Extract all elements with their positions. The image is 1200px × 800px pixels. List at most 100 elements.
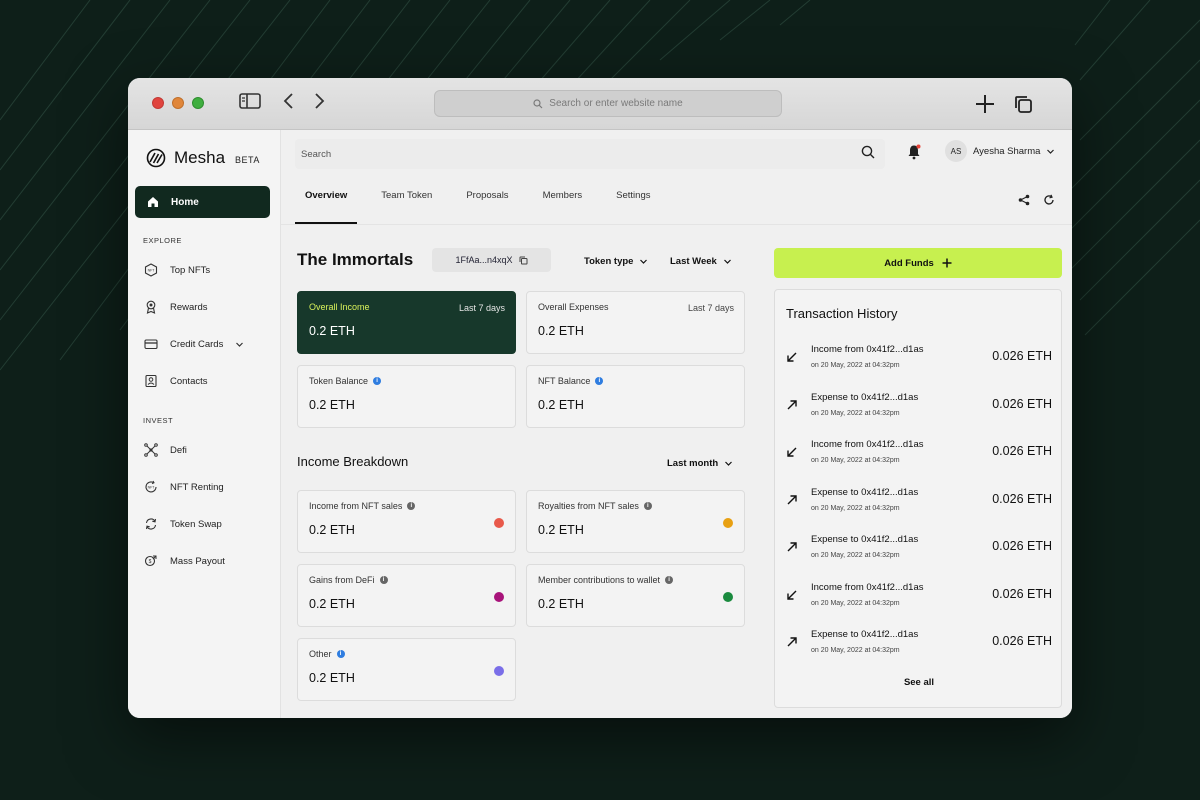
token-type-dropdown[interactable]: Token type — [584, 256, 648, 267]
token-address-chip[interactable]: 1FfAa...n4xqX — [432, 248, 551, 272]
breakdown-card-royalties[interactable]: Royalties from NFT sales i 0.2 ETH — [526, 490, 745, 553]
transaction-label: Expense to 0x41f2...d1as — [811, 534, 919, 545]
share-icon[interactable] — [1018, 194, 1030, 206]
address-bar[interactable]: Search or enter website name — [434, 90, 782, 117]
tab-members[interactable]: Members — [533, 180, 593, 212]
svg-text:NFT: NFT — [148, 269, 156, 273]
chevron-down-icon — [640, 259, 648, 264]
sidebar-toggle-icon[interactable] — [239, 92, 261, 110]
copy-icon[interactable] — [519, 256, 528, 265]
breakdown-card-other[interactable]: Other i 0.2 ETH — [297, 638, 516, 701]
breakdown-period-dropdown[interactable]: Last month — [667, 458, 733, 469]
app-root: Mesha BETA Home EXPLORE NFT Top NFTs Rew… — [128, 130, 1072, 718]
breakdown-card-defi[interactable]: Gains from DeFi i 0.2 ETH — [297, 564, 516, 627]
user-menu[interactable]: AS Ayesha Sharma — [945, 140, 1055, 162]
card-value: 0.2 ETH — [309, 398, 355, 412]
sidebar-item-top-nfts[interactable]: NFT Top NFTs — [144, 260, 210, 280]
sidebar-item-credit-cards[interactable]: Credit Cards — [144, 334, 244, 354]
tabs-overview-icon[interactable] — [1013, 94, 1033, 114]
search-icon[interactable] — [861, 145, 875, 159]
new-tab-plus-icon[interactable] — [975, 94, 995, 114]
tab-divider — [281, 224, 1072, 225]
browser-toolbar: Search or enter website name — [128, 78, 1072, 130]
card-value: 0.2 ETH — [309, 523, 355, 537]
transaction-row[interactable]: Expense to 0x41f2...d1as on 20 May, 2022… — [786, 626, 1052, 662]
sidebar-item-mass-payout[interactable]: $ Mass Payout — [144, 551, 225, 571]
transaction-amount: 0.026 ETH — [992, 349, 1052, 363]
info-icon[interactable]: i — [595, 377, 604, 385]
transaction-date: on 20 May, 2022 at 04:32pm — [811, 457, 900, 464]
brand[interactable]: Mesha BETA — [146, 148, 260, 168]
breakdown-card-nft-sales[interactable]: Income from NFT sales i 0.2 ETH — [297, 490, 516, 553]
sidebar-item-home[interactable]: Home — [135, 186, 270, 218]
search-input[interactable]: Search — [295, 139, 885, 169]
sidebar-item-nft-renting[interactable]: NFT NFT Renting — [144, 477, 224, 497]
sidebar-item-contacts[interactable]: Contacts — [144, 371, 208, 391]
add-funds-label: Add Funds — [884, 257, 934, 269]
token-balance-card[interactable]: Token Balance i 0.2 ETH — [297, 365, 516, 428]
info-icon[interactable]: i — [407, 502, 416, 510]
transaction-date: on 20 May, 2022 at 04:32pm — [811, 600, 900, 607]
category-color-dot — [723, 592, 733, 602]
explore-section-label: EXPLORE — [143, 236, 182, 245]
info-icon[interactable]: i — [643, 502, 652, 510]
see-all-link[interactable]: See all — [775, 677, 1063, 688]
minimize-window-button[interactable] — [172, 97, 184, 109]
arrow-down-left-icon — [787, 590, 797, 600]
top-bar: Search AS Ayesha Sharma — [281, 130, 1072, 176]
sidebar-item-token-swap[interactable]: Token Swap — [144, 514, 222, 534]
avatar: AS — [945, 140, 967, 162]
nft-balance-card[interactable]: NFT Balance i 0.2 ETH — [526, 365, 745, 428]
transaction-row[interactable]: Expense to 0x41f2...d1as on 20 May, 2022… — [786, 484, 1052, 520]
refresh-icon[interactable] — [1043, 194, 1055, 206]
info-icon[interactable]: i — [373, 377, 382, 385]
payout-icon: $ — [144, 555, 157, 567]
forward-arrow-icon[interactable] — [312, 92, 326, 110]
transaction-history-panel: Transaction History Income from 0x41f2..… — [774, 289, 1062, 708]
back-arrow-icon[interactable] — [282, 92, 296, 110]
close-window-button[interactable] — [152, 97, 164, 109]
sidebar-item-label: Credit Cards — [170, 338, 224, 350]
tab-settings[interactable]: Settings — [606, 180, 660, 212]
tab-proposals[interactable]: Proposals — [456, 180, 518, 212]
nft-icon: NFT — [144, 263, 158, 277]
address-bar-placeholder: Search or enter website name — [549, 98, 683, 109]
maximize-window-button[interactable] — [192, 97, 204, 109]
overall-expenses-card[interactable]: Overall Expenses Last 7 days 0.2 ETH — [526, 291, 745, 354]
transaction-row[interactable]: Expense to 0x41f2...d1as on 20 May, 2022… — [786, 389, 1052, 425]
transaction-row[interactable]: Expense to 0x41f2...d1as on 20 May, 2022… — [786, 531, 1052, 567]
sidebar-item-defi[interactable]: Defi — [144, 440, 187, 460]
arrow-up-right-icon — [787, 637, 797, 647]
card-label: Royalties from NFT sales — [538, 501, 639, 511]
info-icon[interactable]: i — [379, 576, 388, 584]
card-label: Token Balance — [309, 376, 369, 386]
transaction-row[interactable]: Income from 0x41f2...d1as on 20 May, 202… — [786, 579, 1052, 615]
info-icon[interactable]: i — [336, 650, 345, 658]
info-icon[interactable]: i — [665, 576, 674, 584]
add-funds-button[interactable]: Add Funds — [774, 248, 1062, 278]
sidebar-item-label: NFT Renting — [170, 481, 224, 493]
arrow-down-left-icon — [787, 352, 797, 362]
transaction-amount: 0.026 ETH — [992, 492, 1052, 506]
card-label-row: Token Balance i — [309, 376, 504, 386]
arrow-up-right-icon — [787, 542, 797, 552]
transaction-date: on 20 May, 2022 at 04:32pm — [811, 362, 900, 369]
swap-icon — [145, 518, 157, 530]
sidebar-item-rewards[interactable]: Rewards — [144, 297, 208, 317]
notification-bell-icon[interactable] — [907, 144, 921, 160]
breakdown-period-label: Last month — [667, 458, 719, 469]
token-type-label: Token type — [584, 256, 634, 267]
card-label: Other — [309, 649, 332, 659]
breakdown-card-member-contributions[interactable]: Member contributions to wallet i 0.2 ETH — [526, 564, 745, 627]
overall-income-card[interactable]: Overall Income Last 7 days 0.2 ETH — [297, 291, 516, 354]
tab-overview[interactable]: Overview — [295, 180, 358, 224]
svg-text:$: $ — [149, 559, 152, 565]
transaction-row[interactable]: Income from 0x41f2...d1as on 20 May, 202… — [786, 341, 1052, 377]
period-dropdown[interactable]: Last Week — [670, 256, 732, 267]
transaction-row[interactable]: Income from 0x41f2...d1as on 20 May, 202… — [786, 436, 1052, 472]
tab-team-token[interactable]: Team Token — [371, 180, 442, 212]
card-label-row: Gains from DeFi i — [309, 575, 504, 585]
plus-icon — [942, 258, 952, 268]
user-name: Ayesha Sharma — [973, 145, 1041, 157]
award-icon — [146, 300, 156, 314]
